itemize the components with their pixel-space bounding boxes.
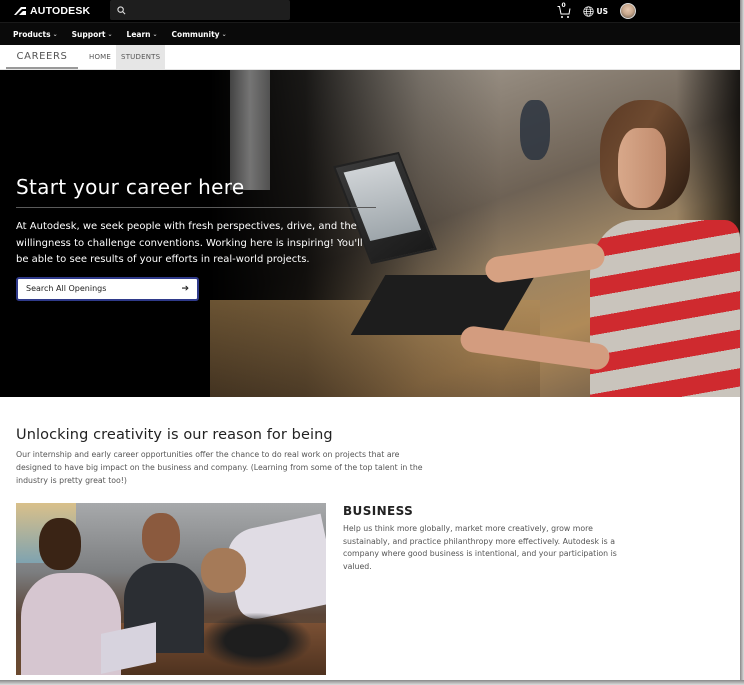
hero-image-person-face: [618, 128, 666, 208]
search-input[interactable]: [130, 1, 290, 19]
globe-icon: [582, 5, 594, 17]
chevron-down-icon: ⌄: [152, 30, 158, 38]
top-right-actions: 0 US: [557, 0, 636, 22]
chevron-down-icon: ⌄: [52, 30, 58, 38]
hero-title: Start your career here: [16, 175, 376, 208]
business-card-body: BUSINESS Help us think more globally, ma…: [343, 503, 633, 675]
hero-description: At Autodesk, we seek people with fresh p…: [16, 221, 363, 265]
chevron-down-icon: ⌄: [107, 30, 113, 38]
nav-label: Support: [71, 29, 106, 39]
cart-count: 0: [561, 2, 566, 9]
hero-image-person-hair: [600, 100, 690, 210]
person-head: [201, 548, 246, 593]
region-selector[interactable]: US: [582, 5, 609, 17]
section-title: Unlocking creativity is our reason for b…: [16, 427, 333, 443]
autodesk-logo[interactable]: AUTODESK: [14, 5, 90, 17]
button-label: Search All Openings: [26, 284, 107, 293]
business-image: [16, 503, 326, 675]
careers-subnav: CAREERS HOME STUDENTS: [0, 45, 740, 70]
page: AUTODESK 0 US Products ⌄ Support ⌄ Learn ⌄ …: [0, 0, 740, 680]
region-label: US: [596, 6, 609, 16]
screenshot-shadow-bottom: [0, 680, 744, 685]
person-head: [142, 513, 180, 561]
main-nav: Products ⌄ Support ⌄ Learn ⌄ Community ⌄: [0, 22, 740, 45]
section-description: Our internship and early career opportun…: [16, 450, 423, 485]
search-all-openings-button[interactable]: Search All Openings ➔: [16, 276, 199, 301]
nav-products[interactable]: Products ⌄: [13, 30, 58, 39]
hero-banner: Start your career here At Autodesk, we s…: [0, 70, 740, 397]
person-head: [39, 518, 81, 570]
tab-students[interactable]: STUDENTS: [116, 45, 166, 69]
arrow-right-icon: ➔: [181, 283, 189, 294]
cart-button[interactable]: 0: [557, 2, 571, 18]
careers-link[interactable]: CAREERS: [6, 45, 78, 69]
autodesk-logo-icon: [14, 7, 26, 15]
business-image-robot: [201, 613, 311, 668]
hero-image-person: [458, 100, 740, 397]
card-description: Help us think more globally, market more…: [343, 524, 617, 571]
screenshot-shadow-right: [740, 0, 744, 685]
hero-image-duct: [230, 70, 270, 190]
search-box[interactable]: [110, 0, 290, 20]
tab-home[interactable]: HOME: [84, 45, 116, 69]
nav-community[interactable]: Community ⌄: [172, 30, 227, 39]
top-bar: AUTODESK 0 US: [0, 0, 740, 22]
hero-content: Start your career here At Autodesk, we s…: [16, 175, 376, 301]
brand-name: AUTODESK: [30, 5, 91, 17]
creativity-section: Unlocking creativity is our reason for b…: [0, 397, 740, 675]
nav-support[interactable]: Support ⌄: [72, 30, 113, 39]
business-card: BUSINESS Help us think more globally, ma…: [16, 503, 724, 675]
card-title: BUSINESS: [343, 504, 414, 518]
nav-learn[interactable]: Learn ⌄: [127, 30, 158, 39]
search-icon: [117, 5, 126, 14]
hero-image-person-shirt: [590, 220, 740, 397]
nav-label: Community: [171, 29, 220, 39]
user-avatar[interactable]: [620, 3, 636, 19]
nav-label: Products: [13, 29, 51, 39]
nav-label: Learn: [126, 29, 151, 39]
hero-image-background-person: [520, 100, 550, 160]
chevron-down-icon: ⌄: [221, 30, 227, 38]
